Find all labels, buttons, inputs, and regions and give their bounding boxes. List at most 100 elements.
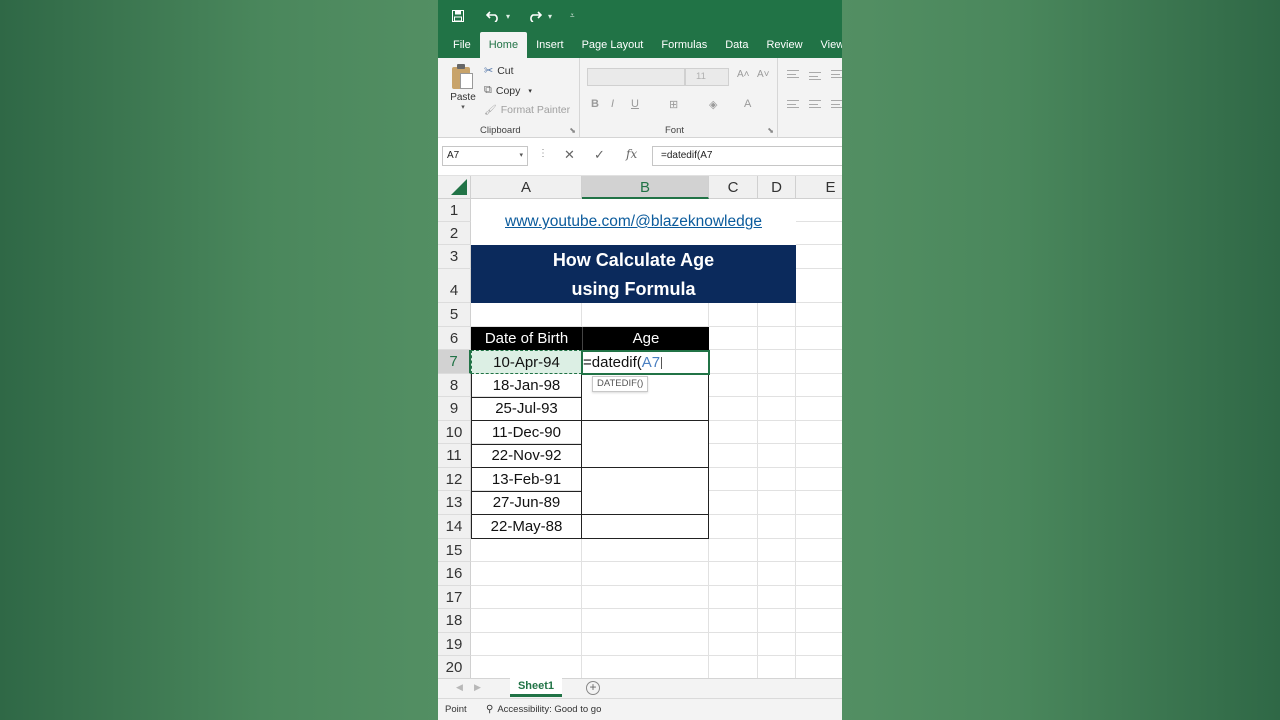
scroll-left-icon[interactable]: ◀ [456, 682, 463, 693]
column-header-e[interactable]: E [796, 176, 842, 199]
row-header-11[interactable]: 11 [438, 444, 471, 468]
row-header-4[interactable]: 4 [438, 269, 471, 303]
cell-b13[interactable] [582, 491, 709, 515]
underline-button[interactable]: U [631, 98, 639, 110]
tab-formulas[interactable]: Formulas [652, 32, 716, 58]
font-color-icon[interactable]: A [744, 98, 751, 110]
bold-button[interactable]: B [591, 98, 599, 110]
redo-icon[interactable] [528, 10, 543, 22]
row-header-15[interactable]: 15 [438, 539, 471, 562]
copy-button[interactable]: ⧉ Copy ▾ [484, 84, 532, 97]
row-header-5[interactable]: 5 [438, 303, 471, 327]
row-header-8[interactable]: 8 [438, 374, 471, 397]
row-header-14[interactable]: 14 [438, 515, 471, 539]
borders-icon[interactable]: ⊞ [669, 98, 678, 111]
cut-label: Cut [497, 64, 514, 77]
cell-a11[interactable]: 22-Nov-92 [471, 444, 582, 468]
accessibility-icon: ⚲ [486, 704, 494, 715]
decrease-font-icon[interactable]: A˅ [757, 69, 770, 80]
select-all-button[interactable] [438, 176, 471, 199]
align-right-icon[interactable] [831, 100, 842, 108]
fill-color-icon[interactable]: ◈ [709, 98, 717, 111]
font-launcher-icon[interactable]: ⬊ [767, 126, 774, 135]
cell-b12[interactable] [582, 468, 709, 492]
align-top-icon[interactable] [787, 70, 799, 78]
row-header-20[interactable]: 20 [438, 656, 471, 678]
row-header-12[interactable]: 12 [438, 468, 471, 491]
tab-view[interactable]: View [812, 32, 842, 58]
undo-dropdown-icon[interactable]: ▾ [506, 12, 510, 21]
italic-button[interactable]: I [611, 98, 614, 110]
tab-insert[interactable]: Insert [527, 32, 573, 58]
function-tooltip[interactable]: DATEDIF() [592, 376, 649, 392]
column-header-b[interactable]: B [582, 176, 709, 199]
paste-label: Paste [450, 92, 476, 103]
row-header-1[interactable]: 1 [438, 199, 471, 222]
cell-b11[interactable] [582, 444, 709, 468]
cell-a14[interactable]: 22-May-88 [471, 515, 582, 539]
youtube-link[interactable]: www.youtube.com/@blazeknowledge [471, 199, 796, 245]
cell-b10[interactable] [582, 421, 709, 445]
row-header-9[interactable]: 9 [438, 397, 471, 421]
name-box-dropdown-icon[interactable]: ▾ [519, 147, 523, 165]
clipboard-launcher-icon[interactable]: ⬊ [569, 126, 576, 135]
format-painter-button[interactable]: 🖌 Format Painter [484, 104, 570, 116]
undo-icon[interactable] [486, 10, 500, 22]
gridline [471, 561, 842, 562]
row-header-17[interactable]: 17 [438, 586, 471, 609]
cell-a7[interactable]: 10-Apr-94 [471, 350, 582, 374]
customize-toolbar-icon[interactable]: ⩡ [570, 11, 575, 21]
tab-file[interactable]: File [444, 32, 480, 58]
cancel-icon[interactable]: ✕ [564, 147, 575, 163]
column-header-c[interactable]: C [709, 176, 758, 199]
cell-b14[interactable] [582, 515, 709, 539]
tab-home[interactable]: Home [479, 32, 528, 58]
cell-a10[interactable]: 11-Dec-90 [471, 421, 582, 445]
insert-function-icon[interactable]: fx [626, 147, 637, 161]
tab-page-layout[interactable]: Page Layout [573, 32, 653, 58]
sheet-tab-sheet1[interactable]: Sheet1 [510, 678, 562, 697]
background-left [0, 0, 438, 720]
column-header-a[interactable]: A [471, 176, 582, 199]
column-header-d[interactable]: D [758, 176, 796, 199]
formula-input[interactable]: =datedif(A7 [652, 146, 842, 166]
redo-dropdown-icon[interactable]: ▾ [548, 12, 552, 21]
enter-icon[interactable]: ✓ [594, 147, 605, 163]
add-sheet-icon[interactable]: + [586, 681, 600, 695]
save-icon[interactable] [452, 10, 464, 22]
cell-a8[interactable]: 18-Jan-98 [471, 374, 582, 398]
row-header-2[interactable]: 2 [438, 222, 471, 245]
row-header-7[interactable]: 7 [438, 350, 471, 374]
row-header-6[interactable]: 6 [438, 327, 471, 350]
paste-button[interactable]: Paste ▾ [448, 64, 478, 111]
cell-a12[interactable]: 13-Feb-91 [471, 468, 582, 492]
cell-b7-editing[interactable]: =datedif(A7 [581, 350, 710, 375]
row-header-16[interactable]: 16 [438, 562, 471, 586]
align-middle-icon[interactable] [809, 72, 821, 80]
cell-b9[interactable] [582, 397, 709, 421]
tab-review[interactable]: Review [757, 32, 811, 58]
formula-bar: A7 ▾ ⋮ ✕ ✓ fx =datedif(A7 [438, 138, 842, 176]
paste-dropdown-icon[interactable]: ▾ [448, 103, 478, 111]
align-bottom-icon[interactable] [831, 70, 842, 78]
increase-font-icon[interactable]: A˄ [737, 69, 750, 80]
align-center-icon[interactable] [809, 100, 821, 108]
cell-a13[interactable]: 27-Jun-89 [471, 491, 582, 515]
worksheet-grid[interactable]: A B C D E 1 2 3 4 5 6 7 8 9 10 11 12 13 … [438, 176, 842, 678]
row-header-10[interactable]: 10 [438, 421, 471, 444]
name-box[interactable]: A7 ▾ [442, 146, 528, 166]
cut-button[interactable]: ✂ Cut [484, 64, 514, 78]
tab-data[interactable]: Data [716, 32, 757, 58]
font-size-box[interactable]: 11 [685, 68, 729, 86]
row-header-13[interactable]: 13 [438, 491, 471, 515]
row-header-18[interactable]: 18 [438, 609, 471, 633]
background-right [842, 0, 1280, 720]
row-header-3[interactable]: 3 [438, 245, 471, 269]
accessibility-status[interactable]: ⚲ Accessibility: Good to go [486, 704, 601, 715]
align-left-icon[interactable] [787, 100, 799, 108]
row-header-19[interactable]: 19 [438, 633, 471, 656]
scroll-right-icon[interactable]: ▶ [474, 682, 481, 693]
font-name-box[interactable] [587, 68, 685, 86]
copy-dropdown-icon[interactable]: ▾ [528, 87, 532, 95]
cell-a9[interactable]: 25-Jul-93 [471, 397, 582, 421]
